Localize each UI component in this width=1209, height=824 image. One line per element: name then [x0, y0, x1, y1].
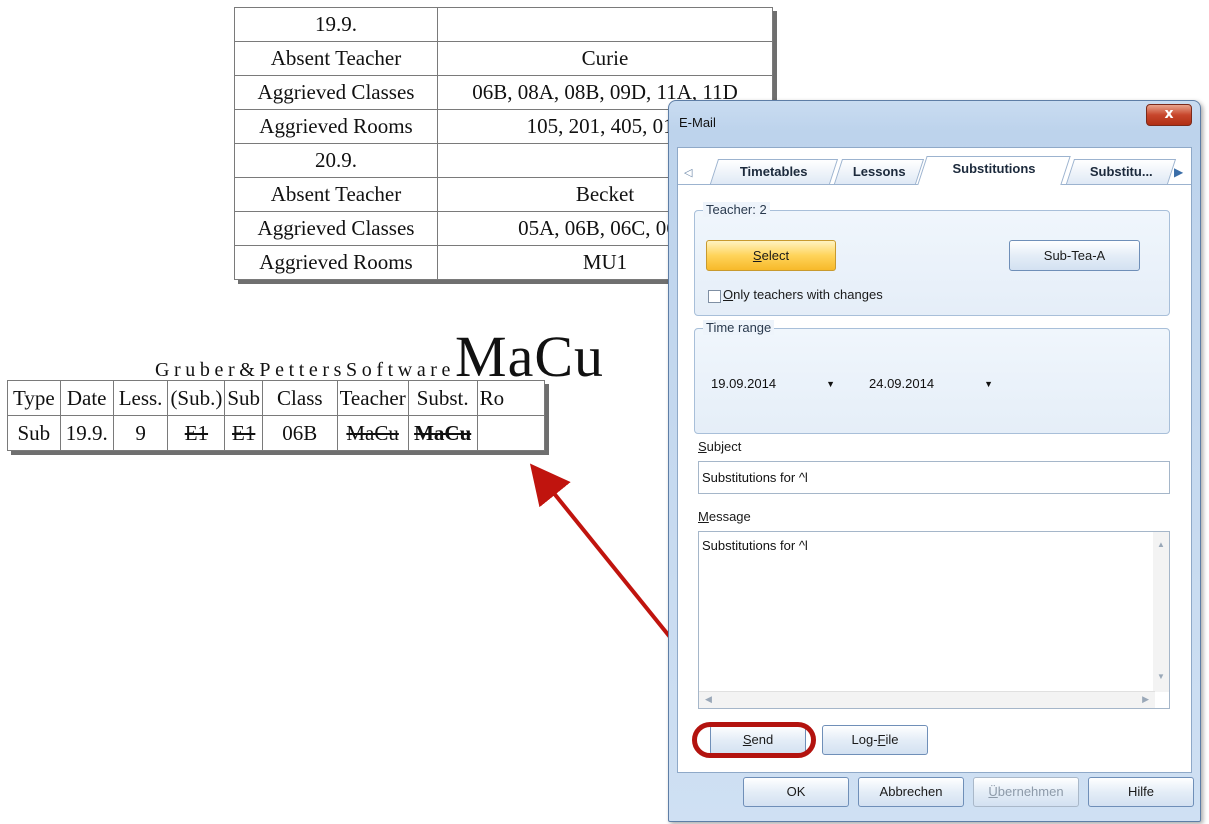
table-cell: E1	[167, 415, 226, 451]
tab-scroll-left-icon[interactable]: ◁	[684, 166, 692, 179]
scroll-left-icon[interactable]: ◀	[705, 694, 712, 705]
only-teachers-with-changes-checkbox[interactable]	[708, 290, 721, 303]
ok-button[interactable]: OK	[743, 777, 849, 807]
message-text: Substitutions for ^l	[702, 538, 808, 553]
absence-date: 20.9.	[234, 143, 438, 178]
absence-date: 19.9.	[234, 7, 438, 42]
subject-input[interactable]: Substitutions for ^l	[698, 461, 1170, 494]
absent-teacher-label: Absent Teacher	[234, 41, 438, 76]
table-cell	[476, 415, 546, 451]
column-header: Sub	[224, 380, 264, 416]
column-header: Subst.	[407, 380, 478, 416]
vertical-scrollbar[interactable]: ▲ ▼	[1153, 532, 1169, 692]
column-header: Date	[59, 380, 114, 416]
scroll-down-icon[interactable]: ▼	[1157, 672, 1165, 681]
cancel-button[interactable]: Abbrechen	[858, 777, 964, 807]
tab-substitutions[interactable]: Substitutions	[917, 156, 1071, 185]
table-cell: MaCu	[407, 415, 478, 451]
substitution-table: Type Date Less. (Sub.) Sub Class Teacher…	[7, 380, 546, 451]
email-dialog: E-Mail x ◁ Timetables Lessons Substituti…	[668, 100, 1201, 822]
dialog-title: E-Mail	[679, 115, 716, 130]
tab-timetables[interactable]: Timetables	[709, 159, 839, 184]
column-header: (Sub.)	[167, 380, 226, 416]
tab-substitutions-2[interactable]: Substitu...	[1065, 159, 1177, 184]
tab-scroll-right-icon[interactable]: ▶	[1174, 165, 1183, 179]
aggrieved-classes-label: Aggrieved Classes	[234, 211, 438, 246]
column-header: Teacher	[336, 380, 409, 416]
table-cell: MaCu	[336, 415, 409, 451]
date-from-picker[interactable]: 19.09.2014 ▼	[711, 372, 841, 396]
time-range-legend: Time range	[703, 320, 775, 335]
date-to-picker[interactable]: 24.09.2014 ▼	[869, 372, 999, 396]
table-cell: Sub	[7, 415, 61, 451]
tab-strip: ◁ Timetables Lessons Substitutions Subst…	[678, 156, 1191, 185]
close-icon[interactable]: x	[1146, 104, 1192, 126]
tab-lessons[interactable]: Lessons	[833, 159, 925, 184]
table-row: Sub 19.9. 9 E1 E1 06B MaCu MaCu	[7, 415, 546, 451]
column-header: Type	[7, 380, 61, 416]
table-cell: 19.9.	[59, 415, 114, 451]
time-range-group: Time range 19.09.2014 ▼ 24.09.2014 ▼	[694, 320, 1170, 434]
select-button[interactable]: Select	[706, 240, 836, 271]
log-file-button[interactable]: Log-File	[822, 725, 928, 755]
teacher-group-legend: Teacher: 2	[703, 202, 770, 217]
aggrieved-rooms-label: Aggrieved Rooms	[234, 245, 438, 280]
company-name: Gruber&PettersSoftware	[155, 359, 456, 381]
send-highlight-ring	[692, 722, 816, 758]
apply-button[interactable]: Übernehmen	[973, 777, 1079, 807]
subject-label: Subject	[698, 439, 742, 454]
message-label: Message	[698, 509, 751, 524]
sub-tea-a-button[interactable]: Sub-Tea-A	[1009, 240, 1140, 271]
teacher-group: Teacher: 2 Select Sub-Tea-A Only teacher…	[694, 202, 1170, 316]
scroll-up-icon[interactable]: ▲	[1157, 540, 1165, 549]
table-cell: 06B	[262, 415, 338, 451]
only-teachers-with-changes-label: Only teachers with changes	[723, 287, 883, 302]
scroll-right-icon[interactable]: ▶	[1142, 694, 1149, 705]
help-button[interactable]: Hilfe	[1088, 777, 1194, 807]
column-header: Less.	[112, 380, 169, 416]
message-textarea[interactable]: Substitutions for ^l ▲ ▼ ◀ ▶	[698, 531, 1170, 709]
aggrieved-rooms-label: Aggrieved Rooms	[234, 109, 438, 144]
dialog-client-area: ◁ Timetables Lessons Substitutions Subst…	[677, 147, 1192, 773]
absent-teacher-value: Curie	[437, 41, 773, 76]
table-cell: 9	[112, 415, 169, 451]
absent-teacher-label: Absent Teacher	[234, 177, 438, 212]
column-header: Ro	[476, 380, 546, 416]
chevron-down-icon[interactable]: ▼	[984, 372, 993, 396]
table-header-row: Type Date Less. (Sub.) Sub Class Teacher…	[7, 380, 546, 416]
horizontal-scrollbar[interactable]: ◀ ▶	[699, 691, 1155, 708]
chevron-down-icon[interactable]: ▼	[826, 372, 835, 396]
table-cell: E1	[224, 415, 264, 451]
aggrieved-classes-label: Aggrieved Classes	[234, 75, 438, 110]
column-header: Class	[262, 380, 338, 416]
